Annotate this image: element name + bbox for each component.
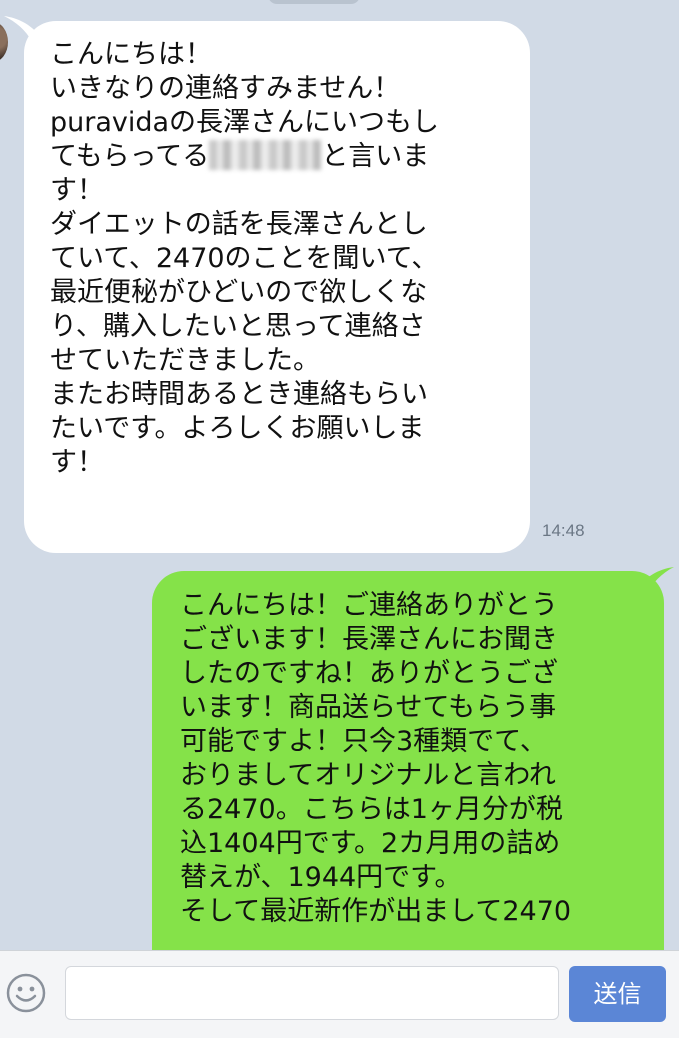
blurred-sender-name [209,139,322,170]
smiley-icon[interactable] [4,971,48,1015]
sent-message-text: こんにちは！ご連絡ありがとう ございます！長澤さんにお聞き したのですね！ありが… [180,590,572,927]
sent-message-bubble[interactable]: こんにちは！ご連絡ありがとう ございます！長澤さんにお聞き したのですね！ありが… [152,571,664,950]
message-input-bar: 送信 [0,950,679,1038]
received-message-text-part2: と言いま す！ ダイエットの話を長澤さんとし ていて、2470のことを聞いて、 … [50,141,439,478]
send-button[interactable]: 送信 [569,966,666,1022]
date-separator-pill [268,0,360,4]
message-input[interactable] [65,966,559,1020]
chat-area[interactable]: こんにちは！ いきなりの連絡すみません！ puravidaの長澤さんにいつもし … [0,0,679,950]
message-timestamp: 14:48 [542,521,585,540]
received-message-bubble[interactable]: こんにちは！ いきなりの連絡すみません！ puravidaの長澤さんにいつもし … [24,21,530,553]
